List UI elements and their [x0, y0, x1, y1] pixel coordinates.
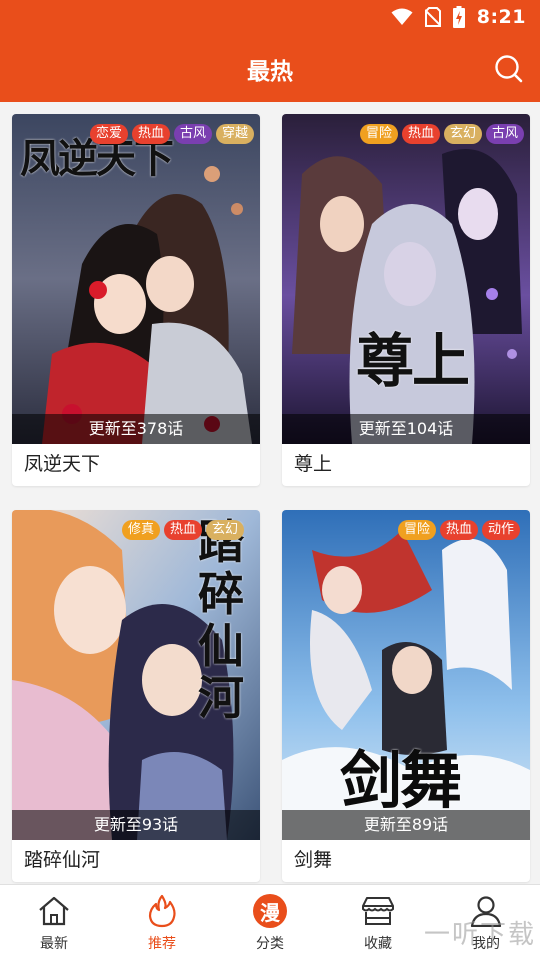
comic-grid: 凤逆天下 恋爱 热血 古风 穿越 更新至378话 凤逆天下 尊上 冒险 热血 玄… [0, 102, 540, 884]
comic-title[interactable]: 凤逆天下 [12, 444, 260, 486]
comic-card[interactable]: 踏碎仙河 修真 热血 玄幻 更新至93话 踏碎仙河 [12, 510, 260, 882]
comic-card[interactable]: 凤逆天下 恋爱 热血 古风 穿越 更新至378话 凤逆天下 [12, 114, 260, 486]
flame-icon [148, 894, 176, 928]
genre-tag: 动作 [481, 520, 520, 540]
nav-label: 分类 [256, 936, 284, 952]
genre-tags: 恋爱 热血 古风 穿越 [89, 124, 254, 144]
genre-tag: 热血 [131, 124, 170, 144]
genre-tag: 冒险 [397, 520, 436, 540]
genre-tags: 冒险 热血 动作 [397, 520, 520, 540]
nav-item-recommend[interactable]: 推荐 [108, 885, 216, 960]
update-status: 更新至378话 [12, 414, 260, 444]
nav-label: 最新 [40, 936, 68, 952]
comic-card[interactable]: 尊上 冒险 热血 玄幻 古风 更新至104话 尊上 [282, 114, 530, 486]
nav-item-latest[interactable]: 最新 [0, 885, 108, 960]
no-sim-icon [424, 7, 441, 27]
update-status: 更新至89话 [282, 810, 530, 840]
comic-title[interactable]: 踏碎仙河 [12, 840, 260, 882]
status-time: 8:21 [476, 6, 526, 28]
nav-item-category[interactable]: 漫 分类 [216, 885, 324, 960]
cover-title-art: 尊上 [356, 327, 470, 395]
comic-cover[interactable]: 凤逆天下 恋爱 热血 古风 穿越 更新至378话 [12, 114, 260, 444]
genre-tag: 古风 [173, 124, 212, 144]
genre-tag: 恋爱 [89, 124, 128, 144]
genre-tag: 修真 [121, 520, 160, 540]
genre-tag: 玄幻 [205, 520, 244, 540]
nav-label: 我的 [472, 936, 500, 952]
battery-charging-icon [452, 6, 465, 28]
genre-tag: 古风 [485, 124, 524, 144]
nav-label: 推荐 [148, 936, 176, 952]
update-status: 更新至93话 [12, 810, 260, 840]
comic-cover[interactable]: 剑舞 冒险 热血 动作 更新至89话 [282, 510, 530, 840]
nav-item-mine[interactable]: 我的 [432, 885, 540, 960]
genre-tag: 热血 [163, 520, 202, 540]
genre-tag: 热血 [439, 520, 478, 540]
bottom-nav: 最新 推荐 漫 分类 收藏 我的 [0, 884, 540, 960]
genre-tag: 热血 [401, 124, 440, 144]
status-bar: 8:21 [0, 0, 540, 34]
update-status: 更新至104话 [282, 414, 530, 444]
search-icon [495, 55, 523, 83]
comic-card[interactable]: 剑舞 冒险 热血 动作 更新至89话 剑舞 [282, 510, 530, 882]
genre-tag: 冒险 [359, 124, 398, 144]
genre-tags: 修真 热血 玄幻 [121, 520, 244, 540]
comic-cover[interactable]: 尊上 冒险 热血 玄幻 古风 更新至104话 [282, 114, 530, 444]
home-icon [39, 896, 69, 926]
shelf-icon [362, 897, 394, 925]
comic-cover[interactable]: 踏碎仙河 修真 热血 玄幻 更新至93话 [12, 510, 260, 840]
user-icon [470, 896, 502, 927]
wifi-icon [391, 8, 413, 25]
nav-item-favorites[interactable]: 收藏 [324, 885, 432, 960]
genre-tag: 穿越 [215, 124, 254, 144]
genre-tags: 冒险 热血 玄幻 古风 [359, 124, 524, 144]
app-header: 最热 [0, 34, 540, 102]
cover-title-art: 踏碎仙河 [198, 515, 244, 725]
genre-tag: 玄幻 [443, 124, 482, 144]
cover-title-art: 剑舞 [340, 744, 462, 817]
comic-title[interactable]: 剑舞 [282, 840, 530, 882]
page-title: 最热 [247, 59, 293, 85]
nav-label: 收藏 [364, 936, 392, 952]
search-button[interactable] [492, 52, 526, 86]
status-icons: 8:21 [391, 6, 526, 28]
man-badge-icon: 漫 [253, 894, 287, 928]
comic-title[interactable]: 尊上 [282, 444, 530, 486]
